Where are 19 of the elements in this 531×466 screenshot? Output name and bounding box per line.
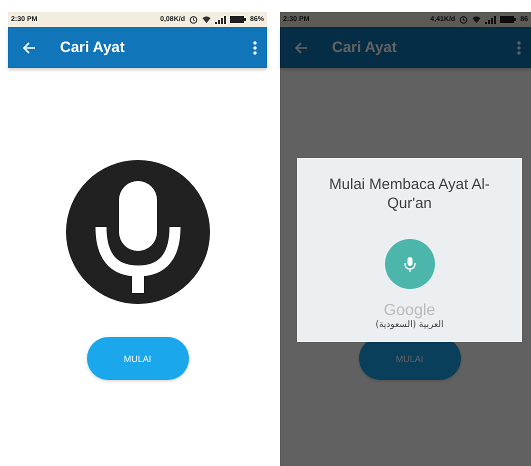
more-options-icon[interactable]	[253, 40, 257, 54]
back-arrow-icon[interactable]	[22, 40, 36, 54]
screen-title: Cari Ayat	[332, 39, 397, 56]
battery-icon	[500, 16, 516, 23]
start-button[interactable]: MULAI	[86, 337, 188, 380]
more-options-icon[interactable]	[517, 40, 521, 54]
back-arrow-icon[interactable]	[294, 40, 308, 54]
language-label[interactable]: العربية (السعودية)	[375, 320, 444, 330]
signal-icon	[214, 16, 226, 24]
screen-title: Cari Ayat	[60, 39, 125, 56]
battery-icon	[230, 16, 246, 23]
alarm-icon	[459, 15, 468, 24]
microphone-button-icon[interactable]	[384, 239, 434, 289]
microphone-icon	[64, 159, 210, 305]
wifi-icon	[202, 15, 211, 24]
wifi-icon	[472, 15, 482, 24]
alarm-icon	[188, 15, 198, 24]
signal-icon	[485, 16, 496, 24]
dialog-prompt: Mulai Membaca Ayat Al-Qur'an	[328, 175, 491, 213]
